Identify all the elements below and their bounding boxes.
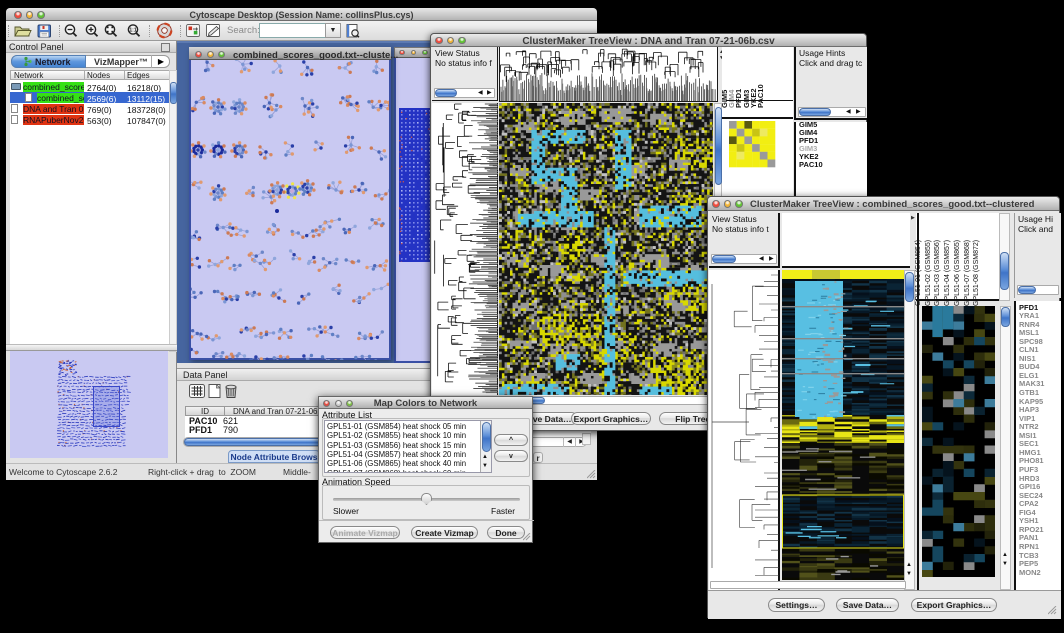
svg-text:1:1: 1:1 [129, 27, 136, 33]
